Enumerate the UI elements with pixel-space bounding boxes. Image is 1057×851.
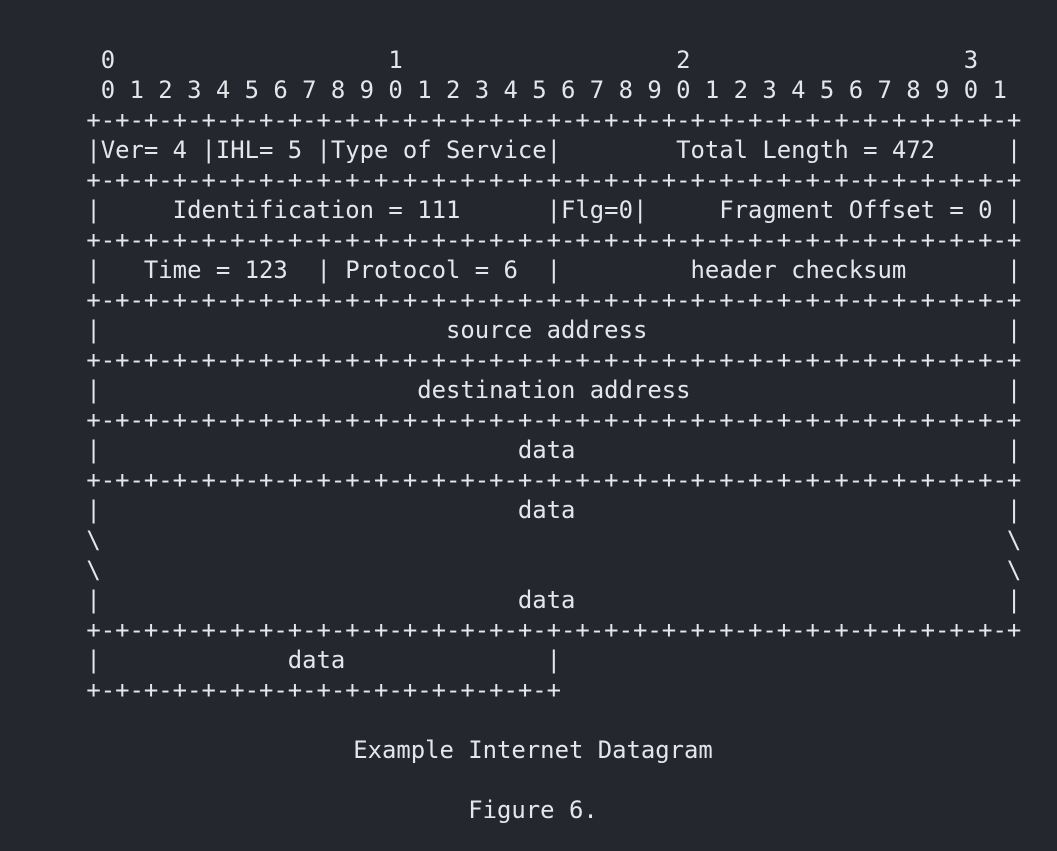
row-border: +-+-+-+-+-+-+-+-+-+-+-+-+-+-+-+-+-+-+-+-… (72, 106, 1022, 134)
row-continuation: \ \ (72, 556, 1022, 584)
row-continuation: \ \ (72, 526, 1022, 554)
row-data: | data | (72, 436, 1022, 464)
row-source-address: | source address | (72, 316, 1022, 344)
row-ttl-protocol-checksum: | Time = 123 | Protocol = 6 | header che… (72, 256, 1022, 284)
row-data: | data | (72, 586, 1022, 614)
row-border: +-+-+-+-+-+-+-+-+-+-+-+-+-+-+-+-+-+-+-+-… (72, 346, 1022, 374)
row-version-ihl-tos-length: |Ver= 4 |IHL= 5 |Type of Service| Total … (72, 136, 1022, 164)
ip-datagram-diagram: 0 1 2 3 0 1 2 3 4 5 6 7 8 9 0 1 2 3 4 5 … (72, 45, 1021, 705)
row-border: +-+-+-+-+-+-+-+-+-+-+-+-+-+-+-+-+-+-+-+-… (72, 166, 1022, 194)
bit-ruler-tens: 0 1 2 3 (72, 46, 979, 74)
row-destination-address: | destination address | (72, 376, 1022, 404)
bit-ruler-units: 0 1 2 3 4 5 6 7 8 9 0 1 2 3 4 5 6 7 8 9 … (72, 76, 1007, 104)
row-border: +-+-+-+-+-+-+-+-+-+-+-+-+-+-+-+-+-+-+-+-… (72, 286, 1022, 314)
row-border: +-+-+-+-+-+-+-+-+-+-+-+-+-+-+-+-+-+-+-+-… (72, 226, 1022, 254)
row-border-partial: +-+-+-+-+-+-+-+-+-+-+-+-+-+-+-+-+ (72, 676, 562, 704)
row-data-partial: | data | (72, 646, 562, 674)
row-border: +-+-+-+-+-+-+-+-+-+-+-+-+-+-+-+-+-+-+-+-… (72, 466, 1022, 494)
row-data: | data | (72, 496, 1022, 524)
diagram-caption-figure-number: Figure 6. (468, 796, 598, 824)
row-identification-flags-offset: | Identification = 111 |Flg=0| Fragment … (72, 196, 1022, 224)
row-border: +-+-+-+-+-+-+-+-+-+-+-+-+-+-+-+-+-+-+-+-… (72, 406, 1022, 434)
row-border: +-+-+-+-+-+-+-+-+-+-+-+-+-+-+-+-+-+-+-+-… (72, 616, 1022, 644)
diagram-caption-title: Example Internet Datagram (353, 736, 713, 764)
